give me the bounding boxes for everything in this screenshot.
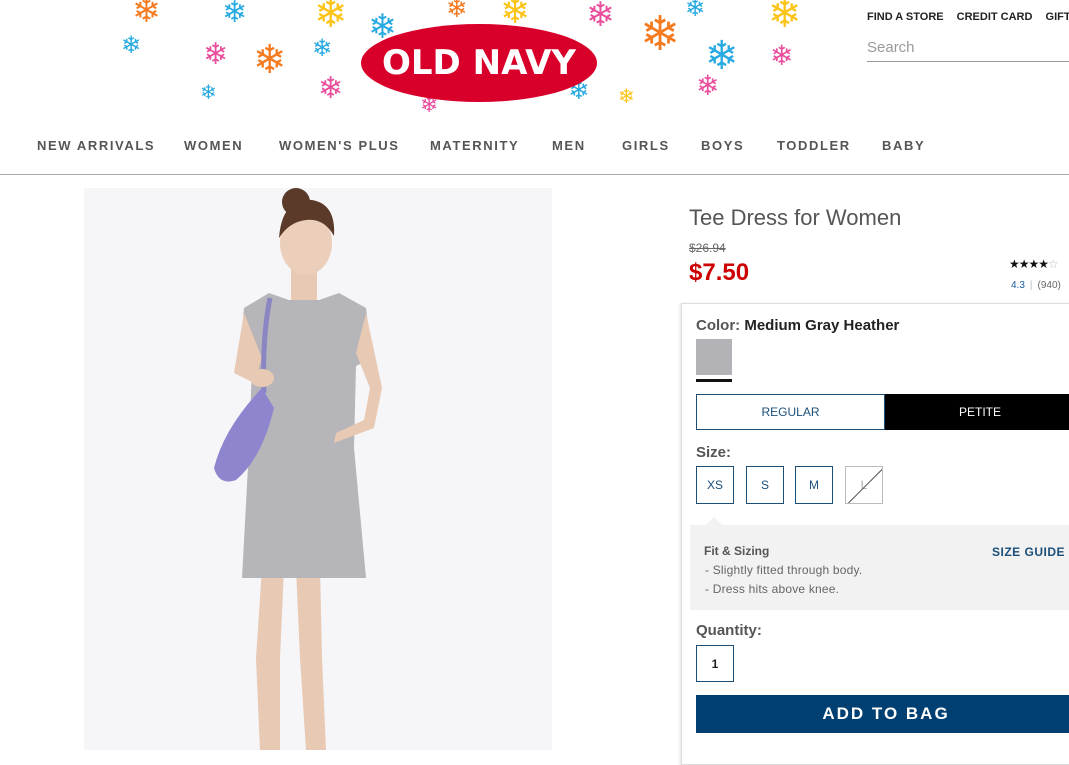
review-count: (940) bbox=[1037, 280, 1061, 291]
snowflake-icon: ❄ bbox=[200, 80, 217, 104]
nav-men[interactable]: MEN bbox=[552, 138, 586, 153]
fit-sizing-title: Fit & Sizing bbox=[704, 544, 770, 558]
quantity-label: Quantity: bbox=[696, 622, 762, 639]
fit-detail-line: - Slightly fitted through body. bbox=[705, 563, 863, 577]
size-l-button-unavailable[interactable]: L bbox=[845, 466, 883, 504]
logo-text: OLD NAVY bbox=[381, 43, 577, 83]
size-s-button[interactable]: S bbox=[746, 466, 784, 504]
fit-petite-button[interactable]: PETITE bbox=[885, 394, 1069, 430]
site-header: ❄ ❄ ❄ ❄ ❄ ❄ ❄ ❄ ❄ ❄ ❄ ❄ ❄ ❄ ❄ ❄ ❄ ❄ ❄ ❄ … bbox=[0, 0, 1069, 120]
snowflake-icon: ❄ bbox=[770, 39, 794, 72]
nav-maternity[interactable]: MATERNITY bbox=[430, 138, 519, 153]
quantity-input[interactable]: 1 bbox=[696, 645, 734, 682]
product-title: Tee Dress for Women bbox=[689, 205, 902, 230]
find-a-store-link[interactable]: FIND A STORE bbox=[867, 11, 944, 23]
purchase-panel: Color: Medium Gray Heather REGULAR PETIT… bbox=[681, 303, 1069, 765]
nav-toddler[interactable]: TODDLER bbox=[777, 138, 851, 153]
old-navy-logo[interactable]: OLD NAVY bbox=[361, 24, 597, 102]
size-label: Size: bbox=[696, 444, 732, 461]
color-swatch-medium-gray-heather[interactable] bbox=[696, 339, 732, 375]
snowflake-icon: ❄ bbox=[586, 0, 615, 35]
nav-boys[interactable]: BOYS bbox=[701, 138, 744, 153]
fit-sizing-box: Fit & Sizing - Slightly fitted through b… bbox=[690, 517, 1069, 610]
snowflake-icon: ❄ bbox=[446, 0, 468, 24]
fit-regular-button[interactable]: REGULAR bbox=[696, 394, 885, 430]
snowflake-icon: ❄ bbox=[121, 31, 142, 59]
snowflake-icon: ❄ bbox=[318, 71, 344, 106]
rating-value: 4.3 bbox=[1011, 280, 1025, 291]
rating-stars-icon[interactable]: ★★★★☆ bbox=[1009, 257, 1059, 271]
product-image[interactable] bbox=[84, 188, 552, 750]
color-label: Color: Medium Gray Heather bbox=[696, 317, 899, 334]
nav-girls[interactable]: GIRLS bbox=[622, 138, 670, 153]
sale-price: $7.50 bbox=[689, 259, 750, 286]
nav-womens-plus[interactable]: WOMEN'S PLUS bbox=[279, 138, 400, 153]
snowflake-icon: ❄ bbox=[314, 0, 348, 37]
snowflake-icon: ❄ bbox=[618, 84, 635, 108]
swatch-selected-indicator bbox=[696, 379, 732, 382]
add-to-bag-button[interactable]: ADD TO BAG bbox=[696, 695, 1069, 733]
search-input[interactable] bbox=[867, 36, 1057, 59]
size-guide-link[interactable]: SIZE GUIDE bbox=[992, 545, 1065, 559]
credit-card-link[interactable]: CREDIT CARD bbox=[957, 11, 1033, 23]
nav-new-arrivals[interactable]: NEW ARRIVALS bbox=[37, 138, 155, 153]
size-m-button[interactable]: M bbox=[795, 466, 833, 504]
snowflake-icon: ❄ bbox=[768, 0, 802, 37]
snowflake-icon: ❄ bbox=[253, 37, 287, 83]
size-xs-button[interactable]: XS bbox=[696, 466, 734, 504]
snowflake-icon: ❄ bbox=[222, 0, 248, 30]
color-label-text: Color: bbox=[696, 317, 741, 334]
original-price: $26.94 bbox=[689, 241, 726, 255]
utility-links: FIND A STORE CREDIT CARD GIFT CA bbox=[867, 11, 1069, 23]
gift-card-link[interactable]: GIFT CA bbox=[1046, 11, 1069, 23]
snowflake-icon: ❄ bbox=[685, 0, 706, 22]
nav-women[interactable]: WOMEN bbox=[184, 138, 243, 153]
model-in-dress-illustration bbox=[214, 188, 382, 750]
main-nav: NEW ARRIVALS WOMEN WOMEN'S PLUS MATERNIT… bbox=[0, 128, 1069, 175]
snowflake-icon: ❄ bbox=[312, 34, 333, 62]
snowflake-icon: ❄ bbox=[640, 6, 681, 62]
rating-summary[interactable]: 4.3 | (940) bbox=[1011, 280, 1061, 291]
snowflake-icon: ❄ bbox=[132, 0, 161, 31]
color-value: Medium Gray Heather bbox=[744, 317, 900, 334]
nav-baby[interactable]: BABY bbox=[882, 138, 925, 153]
fit-detail-line: - Dress hits above knee. bbox=[705, 582, 840, 596]
snowflake-icon: ❄ bbox=[696, 69, 720, 102]
search-box bbox=[867, 36, 1069, 62]
snowflake-icon: ❄ bbox=[203, 37, 229, 72]
